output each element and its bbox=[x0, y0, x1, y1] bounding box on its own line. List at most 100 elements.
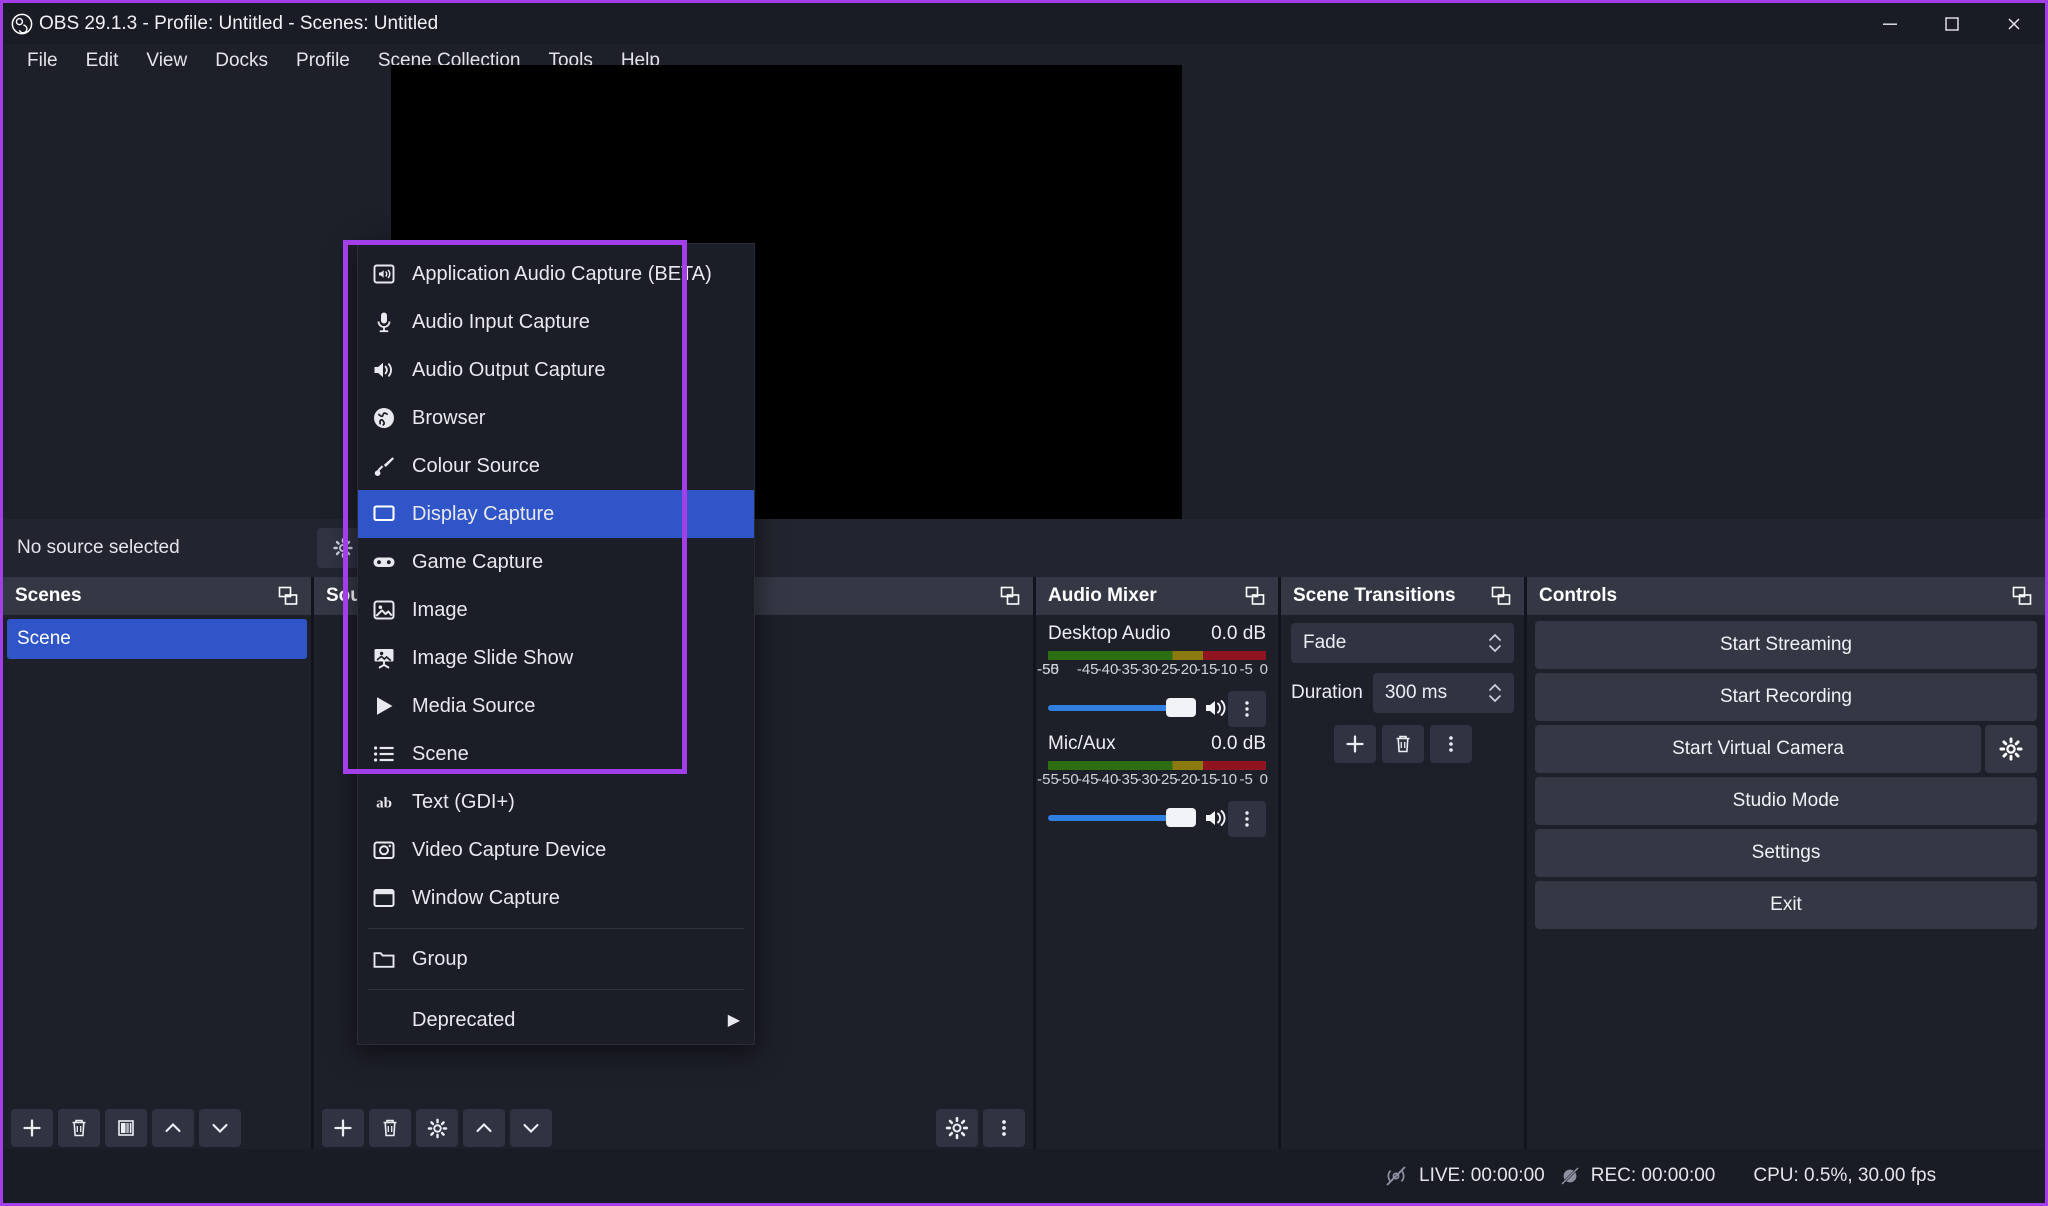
context-item-media-source[interactable]: Media Source bbox=[358, 682, 754, 730]
db-tick: -15 bbox=[1196, 771, 1218, 788]
scenes-toolbar bbox=[3, 1101, 311, 1155]
source-settings-button[interactable] bbox=[936, 1109, 978, 1147]
menu-profile[interactable]: Profile bbox=[282, 46, 364, 76]
context-item-label: Audio Output Capture bbox=[412, 359, 605, 382]
transition-value: Fade bbox=[1303, 632, 1346, 654]
trash-icon bbox=[68, 1117, 90, 1139]
exit-button[interactable]: Exit bbox=[1535, 881, 2037, 929]
controls-dock: Controls Start Streaming Start Recording… bbox=[1527, 577, 2045, 1155]
scenes-title-text: Scenes bbox=[15, 585, 82, 607]
duration-input[interactable]: 300 ms bbox=[1373, 673, 1514, 713]
context-item-label: Group bbox=[412, 948, 468, 971]
scene-transitions-dock: Scene Transitions Fade bbox=[1281, 577, 1527, 1155]
transition-spinner[interactable] bbox=[1488, 633, 1502, 653]
virtual-camera-settings-button[interactable] bbox=[1985, 725, 2037, 773]
move-source-up-button[interactable] bbox=[463, 1109, 505, 1147]
settings-button[interactable]: Settings bbox=[1535, 829, 2037, 877]
transition-select[interactable]: Fade bbox=[1291, 623, 1514, 663]
scenes-list[interactable]: Scene bbox=[3, 615, 311, 1101]
context-menu-separator bbox=[368, 928, 744, 929]
db-tick: -25 bbox=[1156, 771, 1178, 788]
move-source-down-button[interactable] bbox=[510, 1109, 552, 1147]
db-tick: -35 bbox=[1117, 661, 1139, 678]
remove-scene-button[interactable] bbox=[58, 1109, 100, 1147]
context-item-display-capture[interactable]: Display Capture bbox=[358, 490, 754, 538]
context-item-browser[interactable]: Browser bbox=[358, 394, 754, 442]
menu-docks[interactable]: Docks bbox=[201, 46, 282, 76]
studio-mode-button[interactable]: Studio Mode bbox=[1535, 777, 2037, 825]
context-item-application-audio-capture[interactable]: Application Audio Capture (BETA) bbox=[358, 250, 754, 298]
menu-edit[interactable]: Edit bbox=[72, 46, 133, 76]
scene-list-item[interactable]: Scene bbox=[7, 619, 307, 659]
speaker-icon[interactable] bbox=[1203, 805, 1229, 831]
sources-toolbar bbox=[314, 1101, 1033, 1155]
context-item-game-capture[interactable]: Game Capture bbox=[358, 538, 754, 586]
duration-spinner[interactable] bbox=[1488, 683, 1502, 703]
remove-source-button[interactable] bbox=[369, 1109, 411, 1147]
context-item-audio-output-capture[interactable]: Audio Output Capture bbox=[358, 346, 754, 394]
context-item-group[interactable]: Group bbox=[358, 935, 754, 983]
context-item-label: Media Source bbox=[412, 695, 535, 718]
mixer-track: Mic/Aux 0.0 dB -55 -50 -45 -40 -35 -30 -… bbox=[1036, 725, 1278, 835]
controls-button-list: Start Streaming Start Recording Start Vi… bbox=[1527, 615, 2045, 935]
source-properties-button[interactable] bbox=[416, 1109, 458, 1147]
close-button[interactable] bbox=[1983, 3, 2045, 44]
broadcast-off-icon bbox=[1383, 1163, 1409, 1189]
transition-properties-button[interactable] bbox=[1430, 725, 1472, 763]
gear-icon bbox=[333, 538, 353, 558]
preview-area[interactable] bbox=[3, 77, 2048, 519]
track-name: Desktop Audio bbox=[1048, 623, 1171, 645]
menu-view[interactable]: View bbox=[132, 46, 201, 76]
start-recording-button[interactable]: Start Recording bbox=[1535, 673, 2037, 721]
add-scene-button[interactable] bbox=[11, 1109, 53, 1147]
context-item-colour-source[interactable]: Colour Source bbox=[358, 442, 754, 490]
speaker-icon[interactable] bbox=[1203, 695, 1229, 721]
popout-icon[interactable] bbox=[277, 585, 299, 607]
popout-icon[interactable] bbox=[1490, 585, 1512, 607]
context-item-image[interactable]: Image bbox=[358, 586, 754, 634]
maximize-button[interactable] bbox=[1921, 3, 1983, 44]
add-transition-button[interactable] bbox=[1334, 725, 1376, 763]
scene-filters-button[interactable] bbox=[105, 1109, 147, 1147]
context-item-label: Deprecated bbox=[412, 1009, 515, 1032]
start-virtual-camera-button[interactable]: Start Virtual Camera bbox=[1535, 725, 1981, 773]
plus-icon bbox=[1344, 733, 1366, 755]
context-item-label: Application Audio Capture (BETA) bbox=[412, 263, 712, 286]
track-header: Desktop Audio 0.0 dB bbox=[1048, 623, 1266, 645]
mixer-track: Desktop Audio 0.0 dB -55 -50 -45 -40 -35… bbox=[1036, 615, 1278, 725]
track-menu-button[interactable] bbox=[1228, 801, 1266, 837]
context-item-label: Display Capture bbox=[412, 503, 554, 526]
fader-handle[interactable] bbox=[1166, 808, 1196, 827]
context-item-window-capture[interactable]: Window Capture bbox=[358, 874, 754, 922]
context-item-image-slide-show[interactable]: Image Slide Show bbox=[358, 634, 754, 682]
chevron-down-icon bbox=[1488, 694, 1502, 703]
add-source-button[interactable] bbox=[322, 1109, 364, 1147]
context-item-label: Colour Source bbox=[412, 455, 540, 478]
microphone-icon bbox=[372, 310, 396, 334]
fader-handle[interactable] bbox=[1166, 698, 1196, 717]
move-scene-down-button[interactable] bbox=[199, 1109, 241, 1147]
speaker-icon bbox=[372, 358, 396, 382]
context-item-video-capture-device[interactable]: Video Capture Device bbox=[358, 826, 754, 874]
cpu-status: CPU: 0.5%, 30.00 fps bbox=[1753, 1165, 1936, 1187]
folder-icon bbox=[372, 947, 396, 971]
dock-row: Scenes Scene bbox=[3, 577, 2048, 1155]
menu-file[interactable]: File bbox=[13, 46, 72, 76]
context-item-scene[interactable]: Scene bbox=[358, 730, 754, 778]
duration-value: 300 ms bbox=[1385, 682, 1447, 704]
remove-transition-button[interactable] bbox=[1382, 725, 1424, 763]
track-menu-button[interactable] bbox=[1228, 691, 1266, 727]
start-streaming-button[interactable]: Start Streaming bbox=[1535, 621, 2037, 669]
popout-icon[interactable] bbox=[2011, 585, 2033, 607]
db-tick: -15 bbox=[1196, 661, 1218, 678]
maximize-icon bbox=[1943, 15, 1961, 33]
context-item-audio-input-capture[interactable]: Audio Input Capture bbox=[358, 298, 754, 346]
virtual-camera-row: Start Virtual Camera bbox=[1535, 725, 2037, 773]
minimize-button[interactable] bbox=[1859, 3, 1921, 44]
context-item-label: Image Slide Show bbox=[412, 647, 573, 670]
context-item-text-gdi[interactable]: ab Text (GDI+) bbox=[358, 778, 754, 826]
move-scene-up-button[interactable] bbox=[152, 1109, 194, 1147]
source-more-button[interactable] bbox=[983, 1109, 1025, 1147]
context-item-deprecated[interactable]: Deprecated ▶ bbox=[358, 996, 754, 1044]
popout-icon[interactable] bbox=[1244, 585, 1266, 607]
